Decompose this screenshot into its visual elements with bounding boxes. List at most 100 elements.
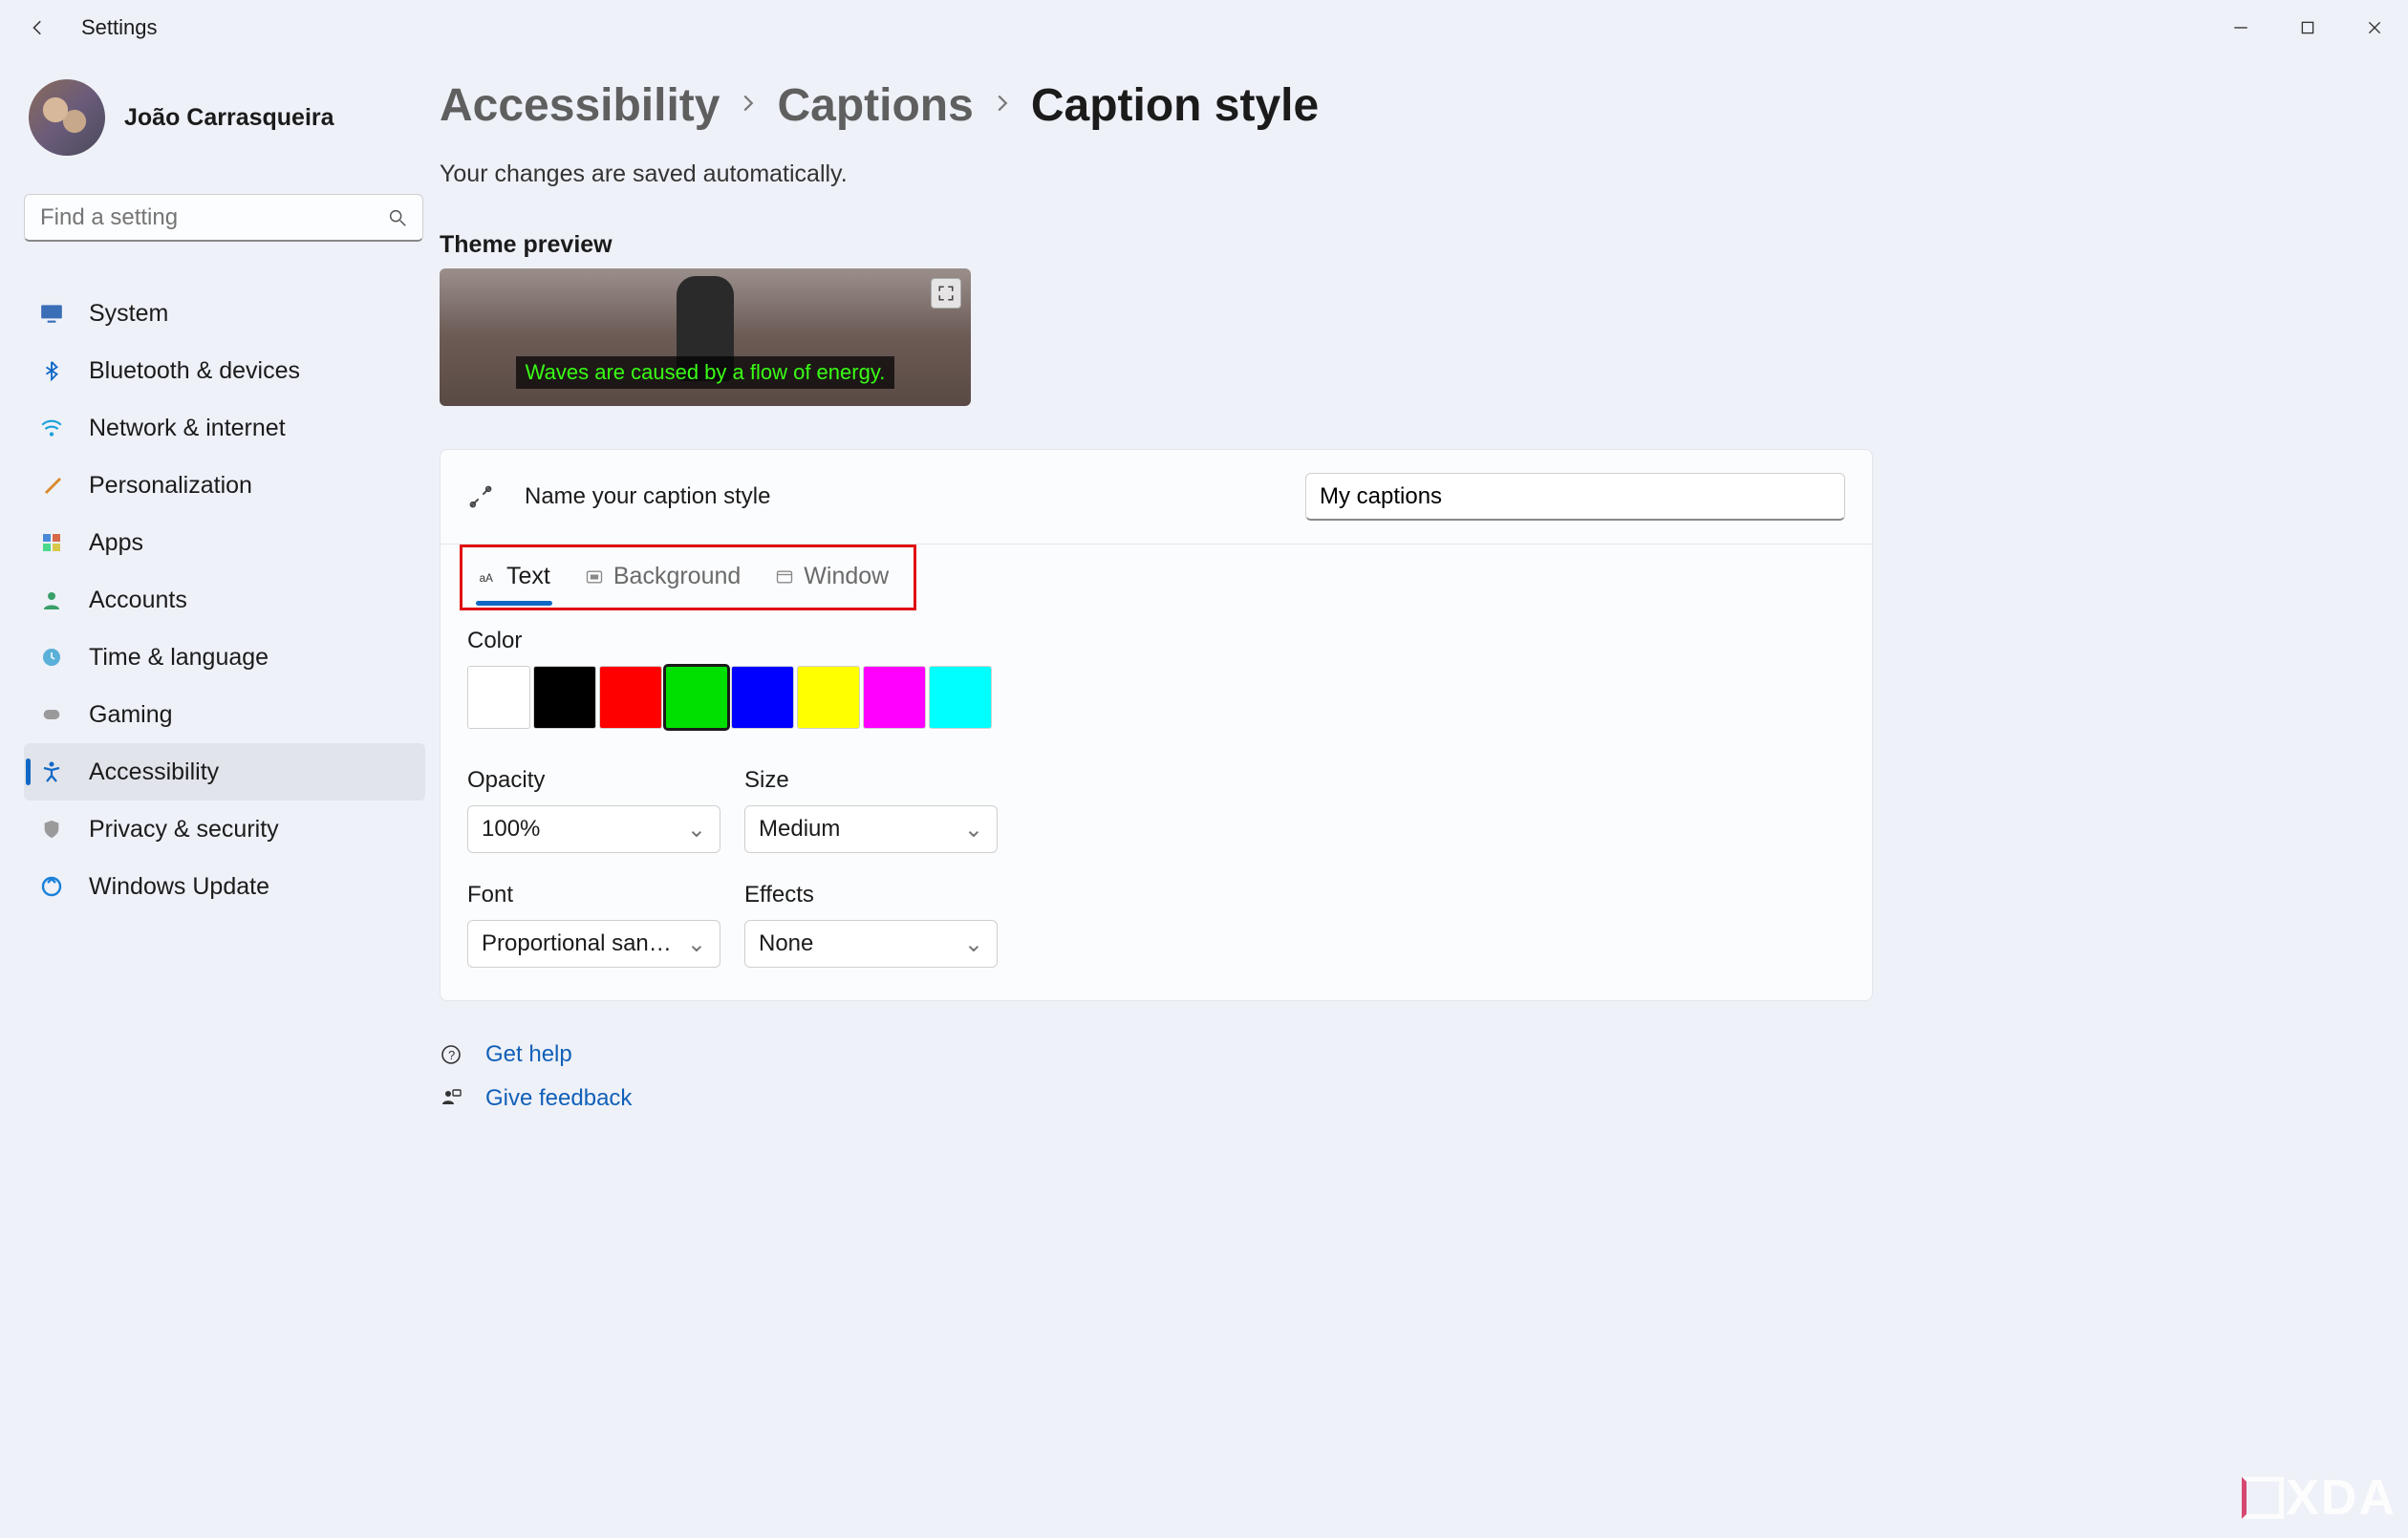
chevron-right-icon [993, 92, 1012, 119]
back-button[interactable] [24, 13, 53, 42]
chevron-down-icon: ⌄ [964, 930, 983, 958]
tab-text[interactable]: aA Text [470, 557, 558, 604]
sidebar-item-label: Network & internet [89, 415, 286, 442]
breadcrumb-current: Caption style [1031, 79, 1319, 132]
sidebar-item-label: Accessibility [89, 758, 219, 786]
apps-icon [38, 529, 65, 556]
chevron-right-icon [739, 92, 758, 119]
effects-value: None [759, 930, 813, 957]
sidebar-item-label: Accounts [89, 587, 187, 614]
search-input[interactable] [24, 194, 423, 242]
sidebar-item-label: Personalization [89, 472, 252, 500]
color-swatch[interactable] [929, 666, 992, 729]
give-feedback-link[interactable]: Give feedback [440, 1085, 2150, 1112]
tab-label: Text [506, 563, 550, 590]
help-links: ? Get help Give feedback [440, 1041, 2150, 1112]
help-icon: ? [440, 1043, 462, 1066]
font-select[interactable]: Proportional sans s… ⌄ [467, 920, 720, 968]
app-title: Settings [81, 15, 158, 40]
expand-preview-button[interactable] [931, 278, 961, 309]
wifi-icon [38, 415, 65, 441]
sidebar-item-label: Privacy & security [89, 816, 279, 844]
watermark: XDA [2242, 1469, 2397, 1527]
sidebar-item-label: Time & language [89, 644, 269, 672]
sidebar-item-accessibility[interactable]: Accessibility [24, 743, 425, 801]
color-label: Color [467, 628, 1845, 654]
breadcrumb-accessibility[interactable]: Accessibility [440, 79, 720, 132]
maximize-button[interactable] [2274, 0, 2341, 55]
theme-preview-label: Theme preview [440, 231, 2150, 259]
close-button[interactable] [2341, 0, 2408, 55]
color-swatch[interactable] [467, 666, 530, 729]
color-swatch[interactable] [599, 666, 662, 729]
sidebar-item-gaming[interactable]: Gaming [24, 686, 425, 743]
text-icon: aA [478, 567, 497, 587]
titlebar: Settings [0, 0, 2408, 55]
color-swatch[interactable] [863, 666, 926, 729]
font-label: Font [467, 882, 720, 908]
sidebar-item-update[interactable]: Windows Update [24, 858, 425, 915]
get-help-text: Get help [485, 1041, 572, 1068]
sidebar-item-personalization[interactable]: Personalization [24, 457, 425, 514]
sidebar-item-network[interactable]: Network & internet [24, 399, 425, 457]
effects-select[interactable]: None ⌄ [744, 920, 998, 968]
sidebar-item-privacy[interactable]: Privacy & security [24, 801, 425, 858]
shield-icon [38, 816, 65, 843]
profile-name: João Carrasqueira [124, 104, 334, 132]
size-select[interactable]: Medium ⌄ [744, 805, 998, 853]
sidebar-item-label: Apps [89, 529, 143, 557]
nav-list: System Bluetooth & devices Network & int… [24, 285, 440, 915]
sidebar-item-time[interactable]: Time & language [24, 629, 425, 686]
effects-label: Effects [744, 882, 998, 908]
chevron-down-icon: ⌄ [687, 930, 706, 958]
profile[interactable]: João Carrasqueira [24, 79, 440, 156]
tabs-highlighted: aA Text Background Window [460, 545, 916, 610]
gamepad-icon [38, 701, 65, 728]
sidebar-item-label: Bluetooth & devices [89, 357, 300, 385]
feedback-icon [440, 1087, 462, 1110]
give-feedback-text: Give feedback [485, 1085, 632, 1112]
sidebar-item-apps[interactable]: Apps [24, 514, 425, 571]
sidebar-item-label: Gaming [89, 701, 173, 729]
get-help-link[interactable]: ? Get help [440, 1041, 2150, 1068]
tab-background[interactable]: Background [577, 557, 748, 604]
bluetooth-icon [38, 357, 65, 384]
accessibility-icon [38, 758, 65, 785]
sidebar: João Carrasqueira System Bluetooth & dev… [0, 55, 440, 1129]
svg-text:?: ? [448, 1048, 455, 1062]
chevron-down-icon: ⌄ [964, 816, 983, 844]
color-swatches [467, 666, 1845, 729]
person-icon [38, 587, 65, 613]
sidebar-item-system[interactable]: System [24, 285, 425, 342]
sidebar-item-bluetooth[interactable]: Bluetooth & devices [24, 342, 425, 399]
size-label: Size [744, 767, 998, 794]
watermark-text: XDA [2286, 1469, 2397, 1527]
sidebar-item-label: System [89, 300, 168, 328]
opacity-select[interactable]: 100% ⌄ [467, 805, 720, 853]
clock-icon [38, 644, 65, 671]
color-swatch[interactable] [533, 666, 596, 729]
style-name-input[interactable] [1305, 473, 1845, 521]
window-controls [2207, 0, 2408, 55]
minimize-button[interactable] [2207, 0, 2274, 55]
window-icon [775, 567, 794, 587]
style-icon [467, 483, 494, 510]
font-value: Proportional sans s… [482, 930, 673, 957]
tab-label: Window [804, 563, 889, 590]
theme-preview: Waves are caused by a flow of energy. [440, 268, 971, 406]
search-box[interactable] [24, 194, 423, 242]
sidebar-item-accounts[interactable]: Accounts [24, 571, 425, 629]
save-note: Your changes are saved automatically. [440, 160, 2150, 188]
color-swatch[interactable] [731, 666, 794, 729]
background-icon [585, 567, 604, 587]
settings-body: Color Opacity 100% ⌄ Size Medium [441, 610, 1872, 1000]
color-swatch[interactable] [797, 666, 860, 729]
update-icon [38, 873, 65, 900]
size-value: Medium [759, 816, 840, 843]
watermark-icon [2242, 1477, 2284, 1519]
tab-window[interactable]: Window [767, 557, 896, 604]
breadcrumb-captions[interactable]: Captions [777, 79, 973, 132]
color-swatch[interactable] [665, 666, 728, 729]
sidebar-item-label: Windows Update [89, 873, 269, 901]
opacity-label: Opacity [467, 767, 720, 794]
